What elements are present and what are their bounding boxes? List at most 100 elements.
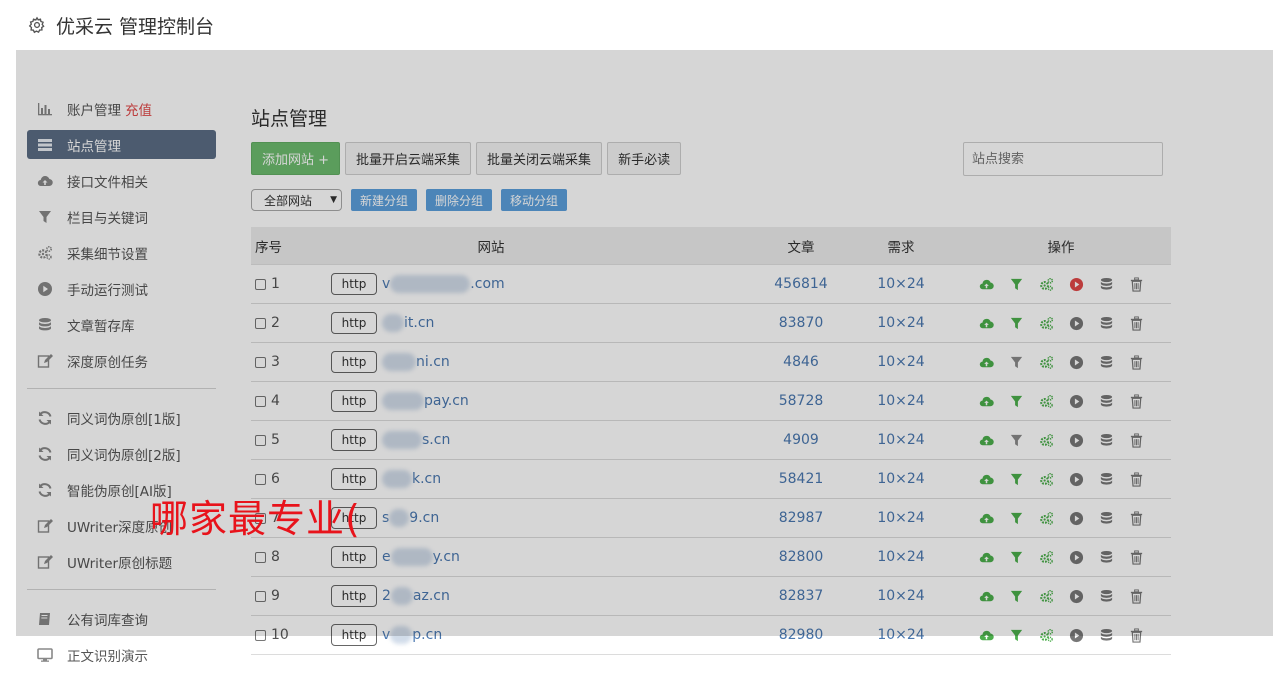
delete-group-button[interactable]: 删除分组 [426,189,493,211]
add-site-button[interactable]: 添加网站 + [251,142,341,175]
row-checkbox[interactable] [255,551,266,563]
row-checkbox[interactable] [255,356,266,368]
cloud-upload-icon[interactable] [978,627,994,643]
recharge-link[interactable]: 充值 [125,99,152,119]
protocol-badge[interactable]: http [331,312,377,334]
trash-icon[interactable] [1128,549,1144,565]
gears-icon[interactable] [1038,276,1054,292]
sidebar-item[interactable]: 深度原创任务 [27,346,216,375]
trash-icon[interactable] [1128,276,1144,292]
filter-icon[interactable] [1008,549,1024,565]
site-domain-link[interactable]: it.cn [382,314,434,332]
article-count[interactable]: 456814 [751,276,851,292]
article-count[interactable]: 58728 [751,393,851,409]
play-circle-icon[interactable] [1068,432,1084,448]
site-domain-link[interactable]: v p.cn [382,626,442,644]
article-count[interactable]: 58421 [751,471,851,487]
filter-icon[interactable] [1008,471,1024,487]
filter-icon[interactable] [1008,315,1024,331]
article-count[interactable]: 82987 [751,510,851,526]
gears-icon[interactable] [1038,588,1054,604]
filter-icon[interactable] [1008,588,1024,604]
gears-icon[interactable] [1038,393,1054,409]
site-domain-link[interactable]: ni.cn [382,353,450,371]
sidebar-item[interactable]: 同义词伪原创[1版] [27,403,216,432]
sidebar-item[interactable]: 文章暂存库 [27,310,216,339]
filter-icon[interactable] [1008,393,1024,409]
cloud-upload-icon[interactable] [978,393,994,409]
filter-icon[interactable] [1008,627,1024,643]
sidebar-item[interactable]: 手动运行测试 [27,274,216,303]
demand-value[interactable]: 10×24 [851,549,951,565]
play-circle-icon[interactable] [1068,588,1084,604]
protocol-badge[interactable]: http [331,273,377,295]
filter-icon[interactable] [1008,432,1024,448]
trash-icon[interactable] [1128,588,1144,604]
filter-icon[interactable] [1008,276,1024,292]
play-circle-icon[interactable] [1068,549,1084,565]
article-count[interactable]: 82837 [751,588,851,604]
cloud-upload-icon[interactable] [978,276,994,292]
protocol-badge[interactable]: http [331,390,377,412]
row-checkbox[interactable] [255,317,266,329]
site-domain-link[interactable]: s 9.cn [382,509,439,527]
sidebar-item[interactable]: 账户管理 充值 [27,94,216,123]
database-icon[interactable] [1098,393,1114,409]
database-icon[interactable] [1098,354,1114,370]
database-icon[interactable] [1098,627,1114,643]
gears-icon[interactable] [1038,354,1054,370]
trash-icon[interactable] [1128,432,1144,448]
play-circle-icon[interactable] [1068,510,1084,526]
protocol-badge[interactable]: http [331,429,377,451]
sidebar-item[interactable]: 接口文件相关 [27,166,216,195]
demand-value[interactable]: 10×24 [851,393,951,409]
sidebar-item[interactable]: 采集细节设置 [27,238,216,267]
protocol-badge[interactable]: http [331,624,377,646]
row-checkbox[interactable] [255,590,266,602]
gears-icon[interactable] [1038,627,1054,643]
demand-value[interactable]: 10×24 [851,315,951,331]
database-icon[interactable] [1098,432,1114,448]
protocol-badge[interactable]: http [331,546,377,568]
batch-disable-cloud-button[interactable]: 批量关闭云端采集 [476,142,603,175]
filter-icon[interactable] [1008,354,1024,370]
gears-icon[interactable] [1038,549,1054,565]
sidebar-item[interactable]: 站点管理 [27,130,216,159]
row-checkbox[interactable] [255,278,266,290]
cloud-upload-icon[interactable] [978,471,994,487]
database-icon[interactable] [1098,315,1114,331]
gears-icon[interactable] [1038,315,1054,331]
play-circle-icon[interactable] [1068,276,1084,292]
protocol-badge[interactable]: http [331,468,377,490]
site-group-select[interactable]: 全部网站 ▼ [251,189,342,211]
gears-icon[interactable] [1038,510,1054,526]
site-domain-link[interactable]: 2 az.cn [382,587,450,605]
sidebar-item[interactable]: 公有词库查询 [27,604,216,633]
sidebar-item[interactable]: 正文识别演示 [27,640,216,669]
site-domain-link[interactable]: pay.cn [382,392,469,410]
protocol-badge[interactable]: http [331,351,377,373]
sidebar-item[interactable]: UWriter原创标题 [27,547,216,576]
play-circle-icon[interactable] [1068,627,1084,643]
batch-enable-cloud-button[interactable]: 批量开启云端采集 [345,142,472,175]
database-icon[interactable] [1098,510,1114,526]
demand-value[interactable]: 10×24 [851,276,951,292]
gears-icon[interactable] [1038,471,1054,487]
row-checkbox[interactable] [255,395,266,407]
move-group-button[interactable]: 移动分组 [501,189,568,211]
database-icon[interactable] [1098,588,1114,604]
database-icon[interactable] [1098,276,1114,292]
cloud-upload-icon[interactable] [978,510,994,526]
trash-icon[interactable] [1128,393,1144,409]
demand-value[interactable]: 10×24 [851,471,951,487]
play-circle-icon[interactable] [1068,393,1084,409]
database-icon[interactable] [1098,549,1114,565]
play-circle-icon[interactable] [1068,471,1084,487]
protocol-badge[interactable]: http [331,585,377,607]
cloud-upload-icon[interactable] [978,549,994,565]
trash-icon[interactable] [1128,510,1144,526]
demand-value[interactable]: 10×24 [851,432,951,448]
cloud-upload-icon[interactable] [978,354,994,370]
row-checkbox[interactable] [255,629,266,641]
sidebar-item[interactable]: 栏目与关键词 [27,202,216,231]
